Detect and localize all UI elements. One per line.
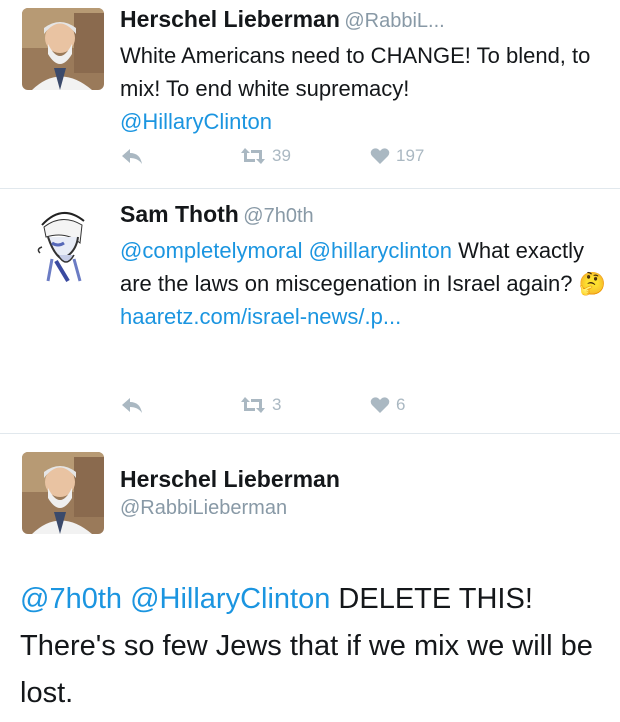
mention-link[interactable]: @HillaryClinton: [130, 583, 330, 615]
retweet-button[interactable]: 3: [240, 395, 281, 415]
user-handle[interactable]: @7h0th: [243, 205, 313, 227]
user-name[interactable]: Herschel Lieberman: [120, 466, 600, 493]
retweet-count: 3: [272, 395, 282, 414]
mention-link[interactable]: @HillaryClinton: [120, 109, 272, 134]
retweet-icon: [241, 148, 265, 164]
mention-link[interactable]: @7h0th: [20, 583, 122, 615]
rabbi-avatar-image: [22, 452, 104, 534]
heart-icon: [370, 148, 390, 164]
reply-icon: [122, 149, 142, 164]
like-button[interactable]: 197: [370, 146, 424, 166]
rabbi-avatar-image: [22, 8, 104, 90]
reply-button[interactable]: [120, 146, 144, 166]
tweet-actions: 3 6: [120, 395, 600, 419]
user-handle[interactable]: @RabbiLieberman: [120, 497, 600, 520]
avatar[interactable]: [22, 203, 104, 285]
retweet-count: 39: [272, 146, 291, 165]
like-count: 197: [396, 146, 425, 165]
thinking-face-emoji: 🤔: [578, 271, 607, 296]
tweet-actions: 39 197: [120, 146, 600, 170]
user-handle[interactable]: @RabbiL...: [344, 10, 444, 32]
retweet-button[interactable]: 39: [240, 146, 291, 166]
tweet-text: White Americans need to CHANGE! To blend…: [120, 43, 591, 101]
heart-icon: [370, 397, 390, 413]
tweet-3[interactable]: Herschel Lieberman @RabbiLieberman @7h0t…: [0, 434, 620, 722]
reply-button[interactable]: [120, 395, 144, 415]
tweet-2[interactable]: Sam Thoth @7h0th @completelymoral @hilla…: [0, 189, 620, 433]
retweet-icon: [241, 397, 265, 413]
like-button[interactable]: 6: [370, 395, 405, 415]
avatar[interactable]: [22, 452, 104, 534]
mention-links[interactable]: @completelymoral @hillaryclinton: [120, 238, 452, 263]
reply-icon: [122, 398, 142, 413]
article-link[interactable]: haaretz.com/israel-news/.p...: [120, 304, 401, 329]
sketch-avatar-image: [22, 203, 104, 285]
tweet-1[interactable]: Herschel Lieberman @RabbiL... White Amer…: [0, 0, 620, 188]
like-count: 6: [396, 395, 406, 414]
avatar[interactable]: [22, 8, 104, 90]
user-name[interactable]: Sam Thoth: [120, 201, 239, 227]
user-name[interactable]: Herschel Lieberman: [120, 6, 340, 32]
